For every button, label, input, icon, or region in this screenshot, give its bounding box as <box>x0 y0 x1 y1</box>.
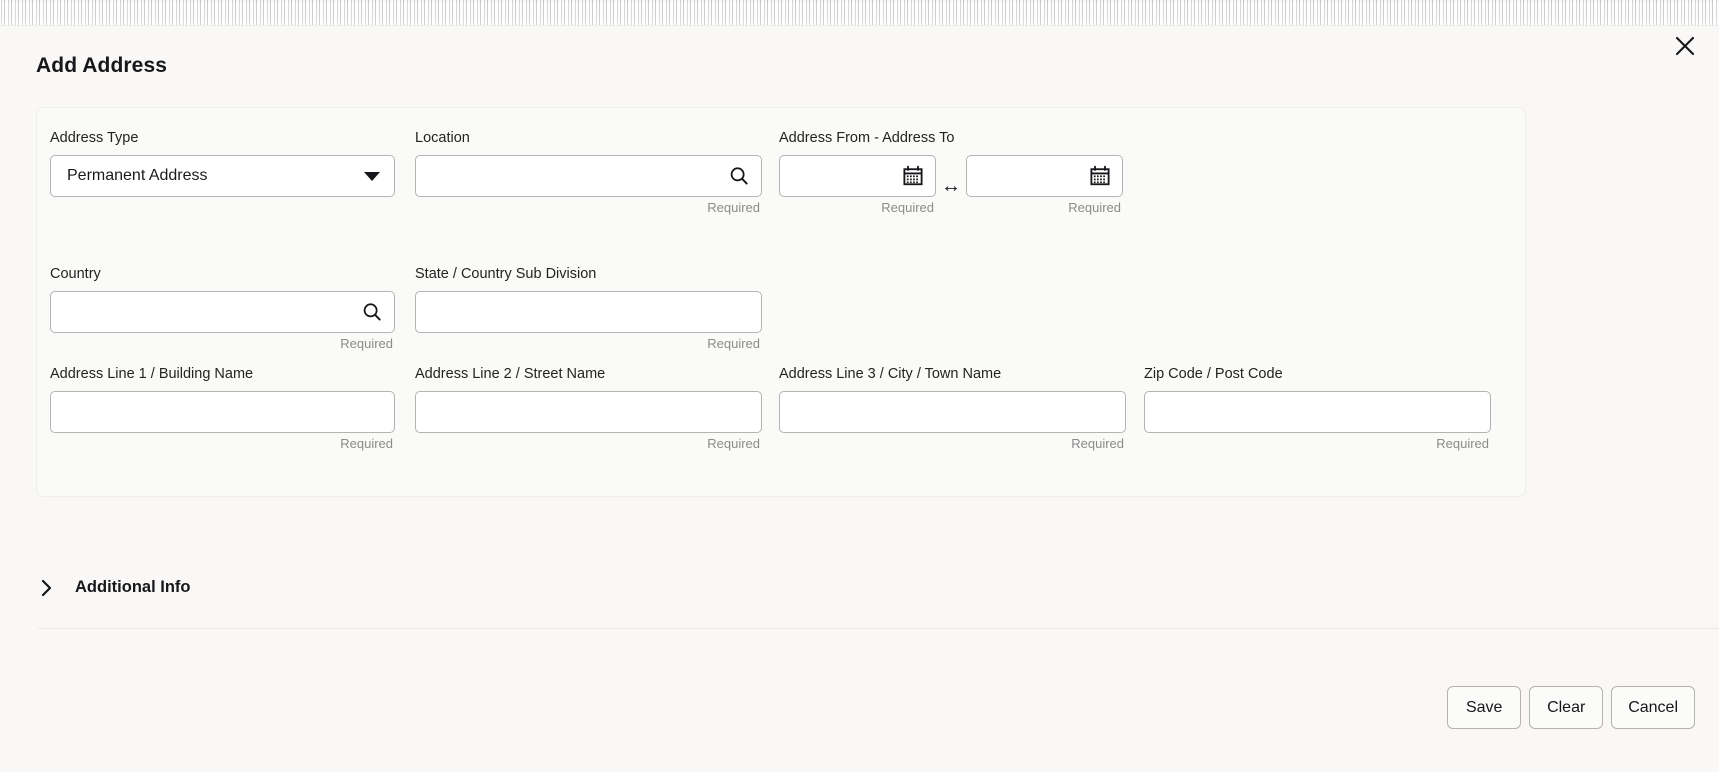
clear-button[interactable]: Clear <box>1529 686 1604 729</box>
cancel-button[interactable]: Cancel <box>1611 686 1695 729</box>
address-period-range: Required ↔ Required <box>779 155 1141 216</box>
modal-footer: Save Clear Cancel <box>1447 686 1695 729</box>
location-input-wrapper[interactable] <box>415 155 762 197</box>
page-background-strip <box>0 0 1719 26</box>
address-line-3-label: Address Line 3 / City / Town Name <box>779 366 1002 382</box>
address-line-3-helper-text: Required <box>1071 436 1124 451</box>
close-icon-glyph <box>1675 36 1695 56</box>
search-icon[interactable] <box>727 164 751 188</box>
calendar-icon[interactable] <box>901 164 925 188</box>
zip-code-input-wrapper[interactable] <box>1144 391 1491 433</box>
field-address-line-2: Address Line 2 / Street Name Required <box>415 365 762 452</box>
chevron-right-icon-glyph <box>41 579 52 596</box>
address-from-helper-text: Required <box>881 200 934 215</box>
country-input[interactable] <box>51 292 394 332</box>
location-helper-text: Required <box>707 200 760 215</box>
calendar-icon-glyph <box>1090 165 1110 186</box>
field-address-line-1: Address Line 1 / Building Name Required <box>50 365 395 452</box>
page-title: Add Address <box>36 54 168 77</box>
field-country: Country Required <box>50 265 395 352</box>
address-line-2-input[interactable] <box>416 392 761 432</box>
address-line-3-input[interactable] <box>780 392 1125 432</box>
location-input[interactable] <box>416 156 761 196</box>
zip-code-helper-text: Required <box>1436 436 1489 451</box>
address-line-1-label: Address Line 1 / Building Name <box>50 366 254 382</box>
address-period-label: Address From - Address To <box>779 130 955 146</box>
state-helper-text: Required <box>707 336 760 351</box>
search-icon-glyph <box>730 167 748 185</box>
state-label: State / Country Sub Division <box>415 266 597 282</box>
field-address-line-3: Address Line 3 / City / Town Name Requir… <box>779 365 1126 452</box>
chevron-down-icon <box>364 171 380 181</box>
address-line-2-helper-text: Required <box>707 436 760 451</box>
address-line-1-helper-text: Required <box>340 436 393 451</box>
country-label: Country <box>50 266 101 282</box>
country-input-wrapper[interactable] <box>50 291 395 333</box>
footer-divider <box>38 628 1719 629</box>
search-icon-glyph <box>363 303 381 321</box>
calendar-icon[interactable] <box>1088 164 1112 188</box>
address-to-input-wrapper[interactable] <box>966 155 1123 197</box>
additional-info-label: Additional Info <box>75 578 191 596</box>
close-icon[interactable] <box>1667 28 1703 64</box>
address-type-value: Permanent Address <box>67 167 208 184</box>
address-from-input-wrapper[interactable] <box>779 155 936 197</box>
address-line-3-input-wrapper[interactable] <box>779 391 1126 433</box>
additional-info-accordion[interactable]: Additional Info <box>38 578 190 597</box>
address-type-select[interactable]: Permanent Address <box>50 155 395 197</box>
country-helper-text: Required <box>340 336 393 351</box>
field-address-type: Address Type Permanent Address <box>50 129 395 197</box>
date-range-separator-icon: ↔ <box>941 174 961 197</box>
save-button[interactable]: Save <box>1447 686 1522 729</box>
field-location: Location Required <box>415 129 762 216</box>
state-input[interactable] <box>416 292 761 332</box>
address-line-1-input-wrapper[interactable] <box>50 391 395 433</box>
location-label: Location <box>415 130 470 146</box>
address-type-label: Address Type <box>50 130 139 146</box>
field-address-period: Address From - Address To Required ↔ Req… <box>779 129 1141 216</box>
address-line-2-input-wrapper[interactable] <box>415 391 762 433</box>
calendar-icon-glyph <box>903 165 923 186</box>
address-form-card: Address Type Permanent Address Location … <box>36 107 1526 497</box>
field-state: State / Country Sub Division Required <box>415 265 762 352</box>
address-to-helper-text: Required <box>1068 200 1121 215</box>
address-line-2-label: Address Line 2 / Street Name <box>415 366 606 382</box>
state-input-wrapper[interactable] <box>415 291 762 333</box>
add-address-modal: Add Address Address Type Permanent Addre… <box>0 0 1719 772</box>
field-zip-code: Zip Code / Post Code Required <box>1144 365 1491 452</box>
address-line-1-input[interactable] <box>51 392 394 432</box>
chevron-right-icon <box>38 579 56 597</box>
zip-code-label: Zip Code / Post Code <box>1144 366 1283 382</box>
zip-code-input[interactable] <box>1145 392 1490 432</box>
search-icon[interactable] <box>360 300 384 324</box>
